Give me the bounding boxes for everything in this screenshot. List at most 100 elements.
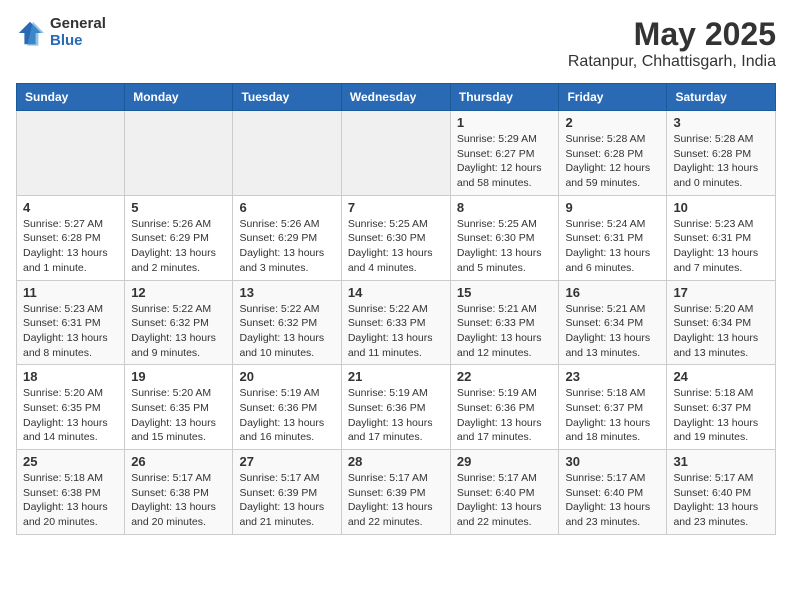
table-row: 13 Sunrise: 5:22 AMSunset: 6:32 PMDayligh… (233, 280, 341, 365)
day-number: 23 (565, 369, 660, 384)
table-row (17, 111, 125, 196)
day-info: Sunrise: 5:19 AMSunset: 6:36 PMDaylight:… (457, 386, 553, 445)
table-row: 28 Sunrise: 5:17 AMSunset: 6:39 PMDayligh… (341, 450, 450, 535)
calendar-table: SundayMondayTuesdayWednesdayThursdayFrid… (16, 83, 776, 535)
day-number: 3 (673, 115, 769, 130)
day-info: Sunrise: 5:17 AMSunset: 6:40 PMDaylight:… (457, 471, 553, 530)
week-row-5: 25Sunrise: 5:18 AMSunset: 6:38 PMDayligh… (17, 450, 776, 535)
table-row: 30 Sunrise: 5:17 AMSunset: 6:40 PMDayligh… (559, 450, 667, 535)
table-row: 31 Sunrise: 5:17 AMSunset: 6:40 PMDayligh… (667, 450, 776, 535)
day-number: 4 (23, 200, 118, 215)
day-number: 10 (673, 200, 769, 215)
calendar-title: May 2025 (568, 16, 776, 53)
logo-text: General Blue (50, 16, 106, 49)
table-row: 6 Sunrise: 5:26 AMSunset: 6:29 PMDaylight… (233, 195, 341, 280)
day-info: Sunrise: 5:28 AMSunset: 6:28 PMDaylight:… (673, 132, 769, 191)
day-number: 13 (239, 285, 334, 300)
day-info: Sunrise: 5:18 AMSunset: 6:37 PMDaylight:… (673, 386, 769, 445)
day-number: 7 (348, 200, 444, 215)
day-info: Sunrise: 5:17 AMSunset: 6:40 PMDaylight:… (673, 471, 769, 530)
table-row: 23 Sunrise: 5:18 AMSunset: 6:37 PMDayligh… (559, 365, 667, 450)
day-number: 27 (239, 454, 334, 469)
table-row: 29 Sunrise: 5:17 AMSunset: 6:40 PMDayligh… (450, 450, 559, 535)
table-row: 22 Sunrise: 5:19 AMSunset: 6:36 PMDayligh… (450, 365, 559, 450)
day-number: 11 (23, 285, 118, 300)
day-number: 20 (239, 369, 334, 384)
table-row: 5Sunrise: 5:26 AMSunset: 6:29 PMDaylight… (125, 195, 233, 280)
day-number: 22 (457, 369, 553, 384)
day-info: Sunrise: 5:20 AMSunset: 6:35 PMDaylight:… (23, 386, 118, 445)
table-row: 12Sunrise: 5:22 AMSunset: 6:32 PMDayligh… (125, 280, 233, 365)
table-row: 19 Sunrise: 5:20 AMSunset: 6:35 PMDayligh… (125, 365, 233, 450)
day-info: Sunrise: 5:17 AMSunset: 6:38 PMDaylight:… (131, 471, 226, 530)
day-number: 31 (673, 454, 769, 469)
table-row (233, 111, 341, 196)
week-row-2: 4 Sunrise: 5:27 AMSunset: 6:28 PMDaylight… (17, 195, 776, 280)
day-number: 15 (457, 285, 553, 300)
weekday-header-row: SundayMondayTuesdayWednesdayThursdayFrid… (17, 84, 776, 111)
table-row: 11 Sunrise: 5:23 AMSunset: 6:31 PMDayligh… (17, 280, 125, 365)
day-number: 16 (565, 285, 660, 300)
table-row: 4 Sunrise: 5:27 AMSunset: 6:28 PMDaylight… (17, 195, 125, 280)
table-row: 1 Sunrise: 5:29 AMSunset: 6:27 PMDaylight… (450, 111, 559, 196)
day-info: Sunrise: 5:25 AMSunset: 6:30 PMDaylight:… (457, 217, 553, 276)
day-number: 9 (565, 200, 660, 215)
day-info: Sunrise: 5:25 AMSunset: 6:30 PMDaylight:… (348, 217, 444, 276)
table-row: 2 Sunrise: 5:28 AMSunset: 6:28 PMDaylight… (559, 111, 667, 196)
day-info: Sunrise: 5:23 AMSunset: 6:31 PMDaylight:… (673, 217, 769, 276)
calendar-location: Ratanpur, Chhattisgarh, India (568, 53, 776, 71)
table-row: 25Sunrise: 5:18 AMSunset: 6:38 PMDayligh… (17, 450, 125, 535)
title-block: May 2025 Ratanpur, Chhattisgarh, India (568, 16, 776, 71)
calendar-body: 1 Sunrise: 5:29 AMSunset: 6:27 PMDaylight… (17, 111, 776, 535)
day-number: 19 (131, 369, 226, 384)
table-row: 8 Sunrise: 5:25 AMSunset: 6:30 PMDaylight… (450, 195, 559, 280)
table-row: 24Sunrise: 5:18 AMSunset: 6:37 PMDayligh… (667, 365, 776, 450)
logo-blue-text: Blue (50, 33, 106, 50)
logo-general-text: General (50, 16, 106, 33)
day-info: Sunrise: 5:28 AMSunset: 6:28 PMDaylight:… (565, 132, 660, 191)
day-info: Sunrise: 5:18 AMSunset: 6:37 PMDaylight:… (565, 386, 660, 445)
day-info: Sunrise: 5:17 AMSunset: 6:39 PMDaylight:… (348, 471, 444, 530)
day-number: 1 (457, 115, 553, 130)
table-row: 16 Sunrise: 5:21 AMSunset: 6:34 PMDayligh… (559, 280, 667, 365)
day-info: Sunrise: 5:29 AMSunset: 6:27 PMDaylight:… (457, 132, 553, 191)
day-info: Sunrise: 5:19 AMSunset: 6:36 PMDaylight:… (239, 386, 334, 445)
day-info: Sunrise: 5:22 AMSunset: 6:32 PMDaylight:… (239, 302, 334, 361)
day-number: 29 (457, 454, 553, 469)
day-info: Sunrise: 5:20 AMSunset: 6:35 PMDaylight:… (131, 386, 226, 445)
table-row: 17Sunrise: 5:20 AMSunset: 6:34 PMDayligh… (667, 280, 776, 365)
weekday-header-friday: Friday (559, 84, 667, 111)
day-info: Sunrise: 5:21 AMSunset: 6:34 PMDaylight:… (565, 302, 660, 361)
day-info: Sunrise: 5:19 AMSunset: 6:36 PMDaylight:… (348, 386, 444, 445)
day-number: 14 (348, 285, 444, 300)
day-number: 30 (565, 454, 660, 469)
week-row-4: 18Sunrise: 5:20 AMSunset: 6:35 PMDayligh… (17, 365, 776, 450)
day-info: Sunrise: 5:26 AMSunset: 6:29 PMDaylight:… (131, 217, 226, 276)
table-row: 14Sunrise: 5:22 AMSunset: 6:33 PMDayligh… (341, 280, 450, 365)
table-row: 9 Sunrise: 5:24 AMSunset: 6:31 PMDaylight… (559, 195, 667, 280)
weekday-header-saturday: Saturday (667, 84, 776, 111)
day-number: 28 (348, 454, 444, 469)
weekday-header-monday: Monday (125, 84, 233, 111)
table-row: 10 Sunrise: 5:23 AMSunset: 6:31 PMDayligh… (667, 195, 776, 280)
week-row-1: 1 Sunrise: 5:29 AMSunset: 6:27 PMDaylight… (17, 111, 776, 196)
table-row: 3 Sunrise: 5:28 AMSunset: 6:28 PMDaylight… (667, 111, 776, 196)
day-info: Sunrise: 5:17 AMSunset: 6:40 PMDaylight:… (565, 471, 660, 530)
table-row (341, 111, 450, 196)
table-row: 18Sunrise: 5:20 AMSunset: 6:35 PMDayligh… (17, 365, 125, 450)
week-row-3: 11 Sunrise: 5:23 AMSunset: 6:31 PMDayligh… (17, 280, 776, 365)
day-number: 2 (565, 115, 660, 130)
day-info: Sunrise: 5:23 AMSunset: 6:31 PMDaylight:… (23, 302, 118, 361)
day-number: 6 (239, 200, 334, 215)
table-row: 21Sunrise: 5:19 AMSunset: 6:36 PMDayligh… (341, 365, 450, 450)
day-number: 26 (131, 454, 226, 469)
logo-icon (16, 19, 44, 47)
day-info: Sunrise: 5:27 AMSunset: 6:28 PMDaylight:… (23, 217, 118, 276)
day-info: Sunrise: 5:26 AMSunset: 6:29 PMDaylight:… (239, 217, 334, 276)
table-row: 15Sunrise: 5:21 AMSunset: 6:33 PMDayligh… (450, 280, 559, 365)
day-info: Sunrise: 5:17 AMSunset: 6:39 PMDaylight:… (239, 471, 334, 530)
table-row: 27 Sunrise: 5:17 AMSunset: 6:39 PMDayligh… (233, 450, 341, 535)
day-number: 8 (457, 200, 553, 215)
day-info: Sunrise: 5:24 AMSunset: 6:31 PMDaylight:… (565, 217, 660, 276)
table-row: 26 Sunrise: 5:17 AMSunset: 6:38 PMDayligh… (125, 450, 233, 535)
